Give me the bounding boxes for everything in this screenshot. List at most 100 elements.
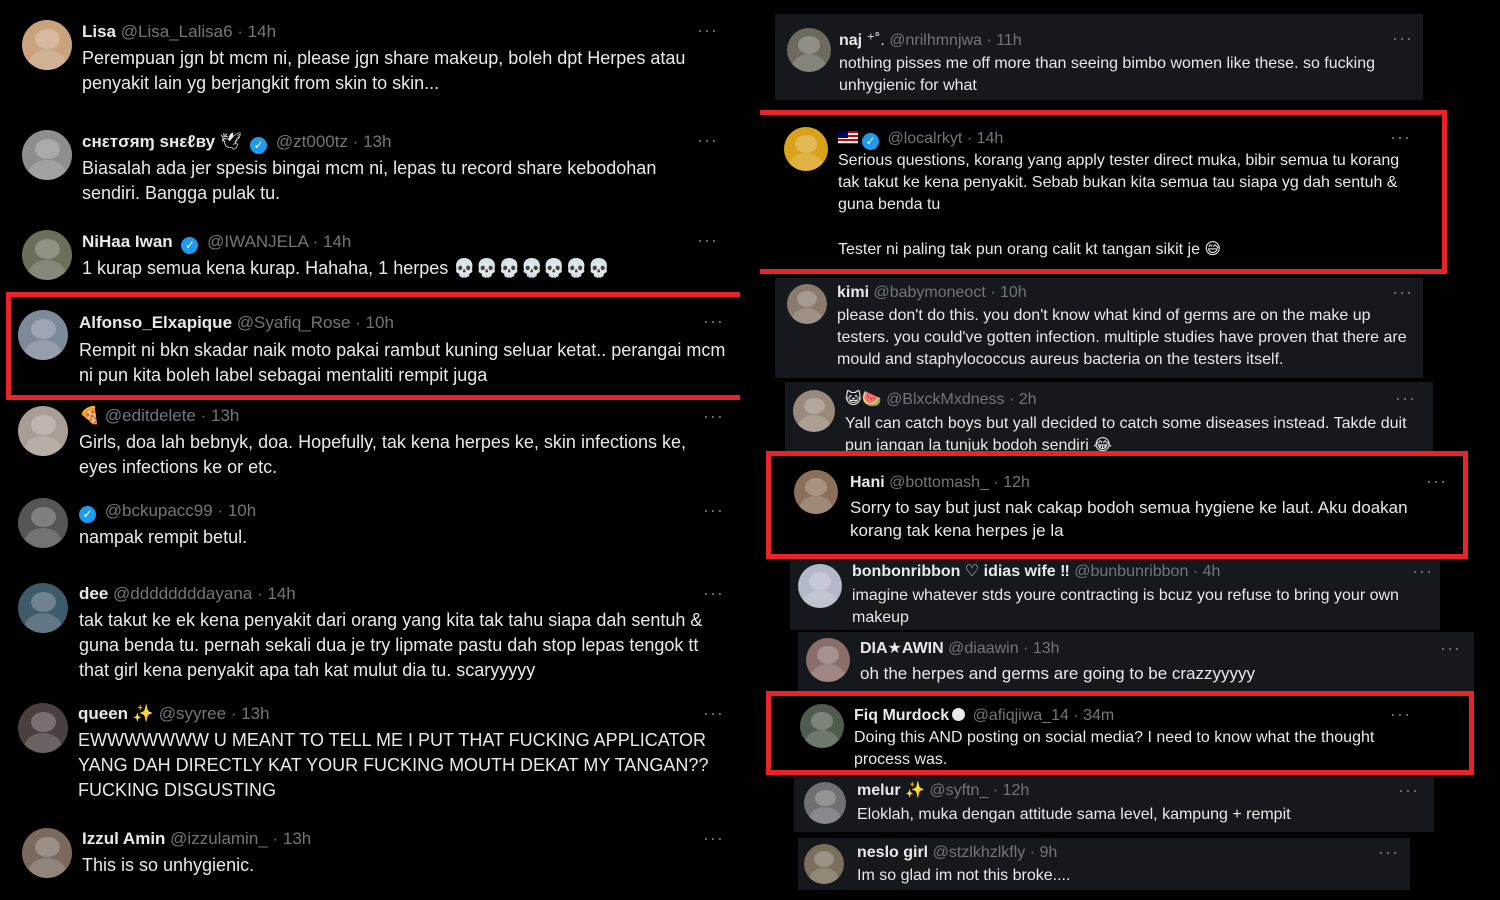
more-options-icon[interactable]: ···: [703, 406, 724, 427]
timestamp[interactable]: 14h: [248, 22, 276, 41]
avatar[interactable]: [22, 828, 72, 878]
more-options-icon[interactable]: ···: [703, 703, 724, 724]
handle[interactable]: @bunbunribbon: [1074, 563, 1188, 580]
reply-tweet[interactable]: NiHaa Iwan ✓ @IWANJELA · 14h ··· 1 kurap…: [0, 218, 740, 293]
more-options-icon[interactable]: ···: [703, 828, 724, 849]
timestamp[interactable]: 4h: [1203, 563, 1221, 580]
more-options-icon[interactable]: ···: [703, 583, 724, 604]
avatar[interactable]: [800, 704, 844, 748]
reply-tweet[interactable]: Fiq Murdock @afiqjiwa_14 · 34m ··· Doing…: [780, 700, 1460, 770]
avatar[interactable]: [787, 284, 827, 324]
reply-tweet[interactable]: bonbonribbon ♡ idias wife ‼ @bunbunribbo…: [790, 558, 1440, 630]
display-name[interactable]: DIA★AWIN: [860, 640, 944, 657]
more-options-icon[interactable]: ···: [1412, 561, 1433, 582]
more-options-icon[interactable]: ···: [1392, 28, 1413, 49]
avatar[interactable]: [806, 638, 850, 682]
reply-tweet[interactable]: Alfonso_Elxapique @Syafiq_Rose · 10h ···…: [0, 296, 740, 396]
reply-tweet[interactable]: cнεтσяɱ ѕнεℓву 🕊 ✓ @zt000tz · 13h ··· Bi…: [0, 118, 740, 213]
timestamp[interactable]: 13h: [1033, 640, 1060, 657]
more-options-icon[interactable]: ···: [703, 500, 724, 521]
more-options-icon[interactable]: ···: [1395, 388, 1416, 409]
handle[interactable]: @BlxckMxdness: [886, 391, 1005, 408]
more-options-icon[interactable]: ···: [1390, 704, 1411, 725]
reply-tweet[interactable]: 😺🍉 @BlxckMxdness · 2h ··· Yall can catch…: [785, 382, 1433, 452]
timestamp[interactable]: 11h: [996, 32, 1022, 49]
reply-tweet[interactable]: DIA★AWIN @diaawin · 13h ··· oh the herpe…: [798, 632, 1474, 692]
avatar[interactable]: [794, 470, 838, 514]
more-options-icon[interactable]: ···: [703, 311, 724, 332]
more-options-icon[interactable]: ···: [697, 130, 718, 151]
avatar[interactable]: [798, 564, 842, 608]
handle[interactable]: @ddddddddayana: [113, 584, 252, 603]
avatar[interactable]: [804, 782, 846, 824]
timestamp[interactable]: 13h: [241, 704, 269, 723]
display-name[interactable]: naj: [839, 32, 862, 49]
timestamp[interactable]: 14h: [977, 130, 1004, 147]
display-name[interactable]: queen: [78, 704, 128, 723]
avatar[interactable]: [18, 583, 68, 633]
handle[interactable]: @bckupacc99: [105, 501, 213, 520]
display-name[interactable]: neslo girl: [857, 844, 928, 861]
avatar[interactable]: [18, 498, 68, 548]
display-name[interactable]: melur: [857, 782, 901, 799]
display-name[interactable]: cнεтσяɱ ѕнεℓву: [82, 132, 215, 151]
reply-tweet[interactable]: Izzul Amin @izzulamin_ · 13h ··· This is…: [0, 818, 740, 900]
more-options-icon[interactable]: ···: [1390, 127, 1411, 148]
display-name[interactable]: bonbonribbon ♡ idias wife ‼: [852, 563, 1070, 580]
avatar[interactable]: [784, 127, 828, 171]
avatar[interactable]: [793, 390, 835, 432]
display-name[interactable]: kimi: [837, 284, 869, 301]
handle[interactable]: @syyree: [159, 704, 226, 723]
display-name[interactable]: Hani: [850, 474, 885, 491]
more-options-icon[interactable]: ···: [1392, 282, 1413, 303]
more-options-icon[interactable]: ···: [697, 230, 718, 251]
timestamp[interactable]: 12h: [1003, 474, 1030, 491]
avatar[interactable]: [18, 703, 68, 753]
reply-tweet[interactable]: melur ✨ @syftn_ · 12h ··· Eloklah, muka …: [794, 776, 1434, 832]
handle[interactable]: @Lisa_Lalisa6: [121, 22, 233, 41]
reply-tweet[interactable]: naj ⁺˚. @nrilhmnjwa · 11h ··· nothing pi…: [775, 14, 1423, 100]
handle[interactable]: @localrkyt: [887, 130, 962, 147]
handle[interactable]: @editdelete: [105, 406, 196, 425]
display-name[interactable]: Alfonso_Elxapique: [79, 313, 232, 332]
reply-tweet[interactable]: 🍕 @editdelete · 13h ··· Girls, doa lah b…: [0, 398, 740, 488]
handle[interactable]: @nrilhmnjwa: [889, 32, 982, 49]
reply-tweet[interactable]: ✓ @localrkyt · 14h ··· Serious questions…: [760, 115, 1440, 270]
handle[interactable]: @afiqjiwa_14: [973, 707, 1069, 724]
timestamp[interactable]: 10h: [1000, 284, 1027, 301]
display-name[interactable]: dee: [79, 584, 108, 603]
timestamp[interactable]: 34m: [1083, 707, 1114, 724]
handle[interactable]: @diaawin: [948, 640, 1019, 657]
timestamp[interactable]: 9h: [1040, 844, 1058, 861]
timestamp[interactable]: 14h: [267, 584, 295, 603]
reply-tweet[interactable]: Lisa @Lisa_Lalisa6 · 14h ··· Perempuan j…: [0, 0, 740, 105]
avatar[interactable]: [787, 28, 831, 72]
more-options-icon[interactable]: ···: [1426, 471, 1447, 492]
timestamp[interactable]: 2h: [1019, 391, 1037, 408]
timestamp[interactable]: 10h: [366, 313, 394, 332]
timestamp[interactable]: 12h: [1003, 782, 1030, 799]
timestamp[interactable]: 13h: [211, 406, 239, 425]
avatar[interactable]: [804, 844, 844, 884]
handle[interactable]: @syftn_: [929, 782, 988, 799]
handle[interactable]: @stzlkhzlkfly: [933, 844, 1026, 861]
timestamp[interactable]: 13h: [363, 132, 391, 151]
handle[interactable]: @bottomash_: [889, 474, 989, 491]
display-name[interactable]: NiHaa Iwan: [82, 232, 173, 251]
avatar[interactable]: [22, 130, 72, 180]
avatar[interactable]: [22, 230, 72, 280]
handle[interactable]: @Syafiq_Rose: [237, 313, 351, 332]
timestamp[interactable]: 10h: [228, 501, 256, 520]
reply-tweet[interactable]: ✓ @bckupacc99 · 10h ··· nampak rempit be…: [0, 492, 740, 562]
reply-tweet[interactable]: queen ✨ @syyree · 13h ··· EWWWWWWW U MEA…: [0, 695, 740, 807]
display-name[interactable]: Lisa: [82, 22, 116, 41]
avatar[interactable]: [18, 310, 68, 360]
reply-tweet[interactable]: kimi @babymoneoct · 10h ··· please don't…: [775, 278, 1423, 378]
display-name[interactable]: Izzul Amin: [82, 829, 165, 848]
display-name[interactable]: Fiq Murdock: [854, 707, 949, 724]
timestamp[interactable]: 14h: [323, 232, 351, 251]
handle[interactable]: @IWANJELA: [207, 232, 308, 251]
handle[interactable]: @izzulamin_: [170, 829, 268, 848]
more-options-icon[interactable]: ···: [1440, 638, 1461, 659]
handle[interactable]: @zt000tz: [276, 132, 348, 151]
